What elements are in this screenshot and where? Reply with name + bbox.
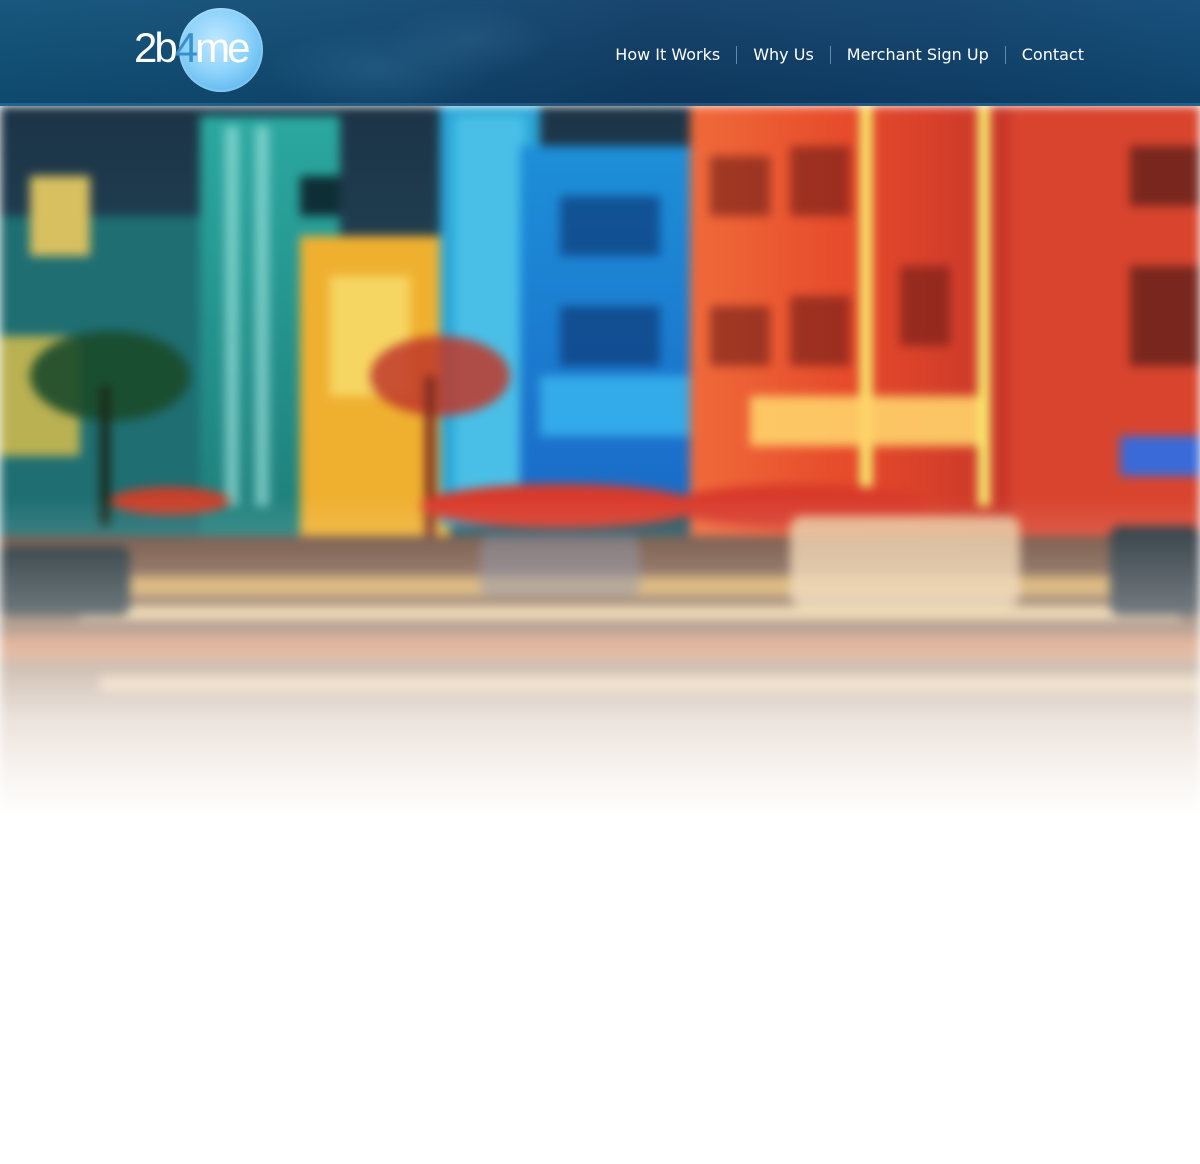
logo-char-me: me [195,24,250,71]
nav-how-it-works[interactable]: How It Works [599,45,736,65]
logo-char-4: 4 [174,24,198,71]
main-nav: How It Works Why Us Merchant Sign Up Con… [599,45,1084,65]
hero-image [0,106,1200,816]
logo-text: 2b4me [134,24,250,72]
site-header: 2b4me How It Works Why Us Merchant Sign … [0,0,1200,106]
page-body [0,816,1200,1164]
logo[interactable]: 2b4me [132,6,272,94]
nav-why-us[interactable]: Why Us [737,45,830,65]
logo-char-b: b [154,24,177,71]
logo-char-2: 2 [134,24,157,71]
hero-fade-overlay [0,496,1200,816]
nav-merchant-sign-up[interactable]: Merchant Sign Up [831,45,1005,65]
nav-contact[interactable]: Contact [1006,45,1084,65]
